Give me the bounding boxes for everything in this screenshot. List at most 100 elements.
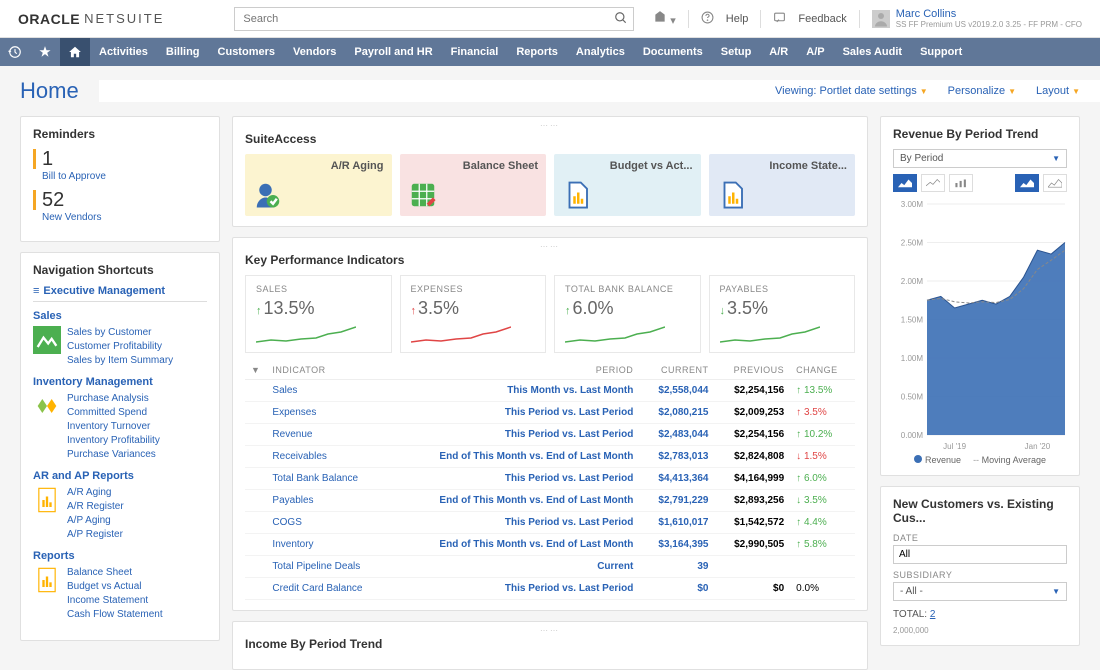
table-row[interactable]: ReceivablesEnd of This Month vs. End of … [245, 446, 855, 468]
feedback-link[interactable]: Feedback [798, 13, 846, 25]
shortcut-link[interactable]: Committed Spend [67, 406, 160, 420]
table-header[interactable]: PREVIOUS [714, 361, 790, 380]
viewing-selector[interactable]: Viewing: Portlet date settings▼ [775, 85, 928, 97]
star-icon[interactable] [30, 38, 60, 66]
personalize-link[interactable]: Personalize▼ [948, 85, 1016, 97]
table-header[interactable]: CURRENT [639, 361, 714, 380]
home-icon[interactable] [60, 38, 90, 66]
shortcut-link[interactable]: A/R Aging [67, 486, 124, 500]
shortcut-link[interactable]: Purchase Analysis [67, 392, 160, 406]
table-row[interactable]: ExpensesThis Period vs. Last Period$2,08… [245, 402, 855, 424]
feedback-icon[interactable] [773, 11, 786, 27]
outline-style-icon[interactable] [1043, 174, 1067, 192]
drag-handle-icon[interactable]: ⋯⋯ [245, 121, 855, 130]
top-actions: ▾ Help Feedback Marc Collins SS FF Premi… [653, 8, 1082, 29]
nav-a-p[interactable]: A/P [797, 38, 833, 66]
user-menu[interactable]: Marc Collins SS FF Premium US v2019.2.0 … [872, 8, 1082, 29]
kpi-card[interactable]: PAYABLES↓3.5% [709, 275, 856, 353]
shortcut-link[interactable]: Inventory Profitability [67, 434, 160, 448]
nav-support[interactable]: Support [911, 38, 971, 66]
nav-customers[interactable]: Customers [209, 38, 284, 66]
nav-setup[interactable]: Setup [712, 38, 761, 66]
suiteaccess-tile[interactable]: Income State... [709, 154, 856, 216]
bar-chart-icon[interactable] [949, 174, 973, 192]
income-trend-title: Income By Period Trend [245, 637, 855, 651]
exec-management-link[interactable]: ≡ Executive Management [33, 285, 207, 302]
history-icon[interactable] [0, 38, 30, 66]
date-label: DATE [893, 533, 1067, 543]
shortcut-link[interactable]: Cash Flow Statement [67, 608, 163, 622]
table-row[interactable]: COGSThis Period vs. Last Period$1,610,01… [245, 512, 855, 534]
chart-tools [893, 174, 1067, 192]
reminder-link[interactable]: New Vendors [33, 212, 207, 223]
svg-text:2.50M: 2.50M [901, 239, 924, 248]
shortcut-group-icon [33, 486, 61, 514]
tile-icon [562, 180, 592, 210]
nav-activities[interactable]: Activities [90, 38, 157, 66]
suiteaccess-title: SuiteAccess [245, 132, 855, 146]
date-input[interactable] [893, 545, 1067, 564]
nav-payroll-and-hr[interactable]: Payroll and HR [345, 38, 441, 66]
shortcut-link[interactable]: Balance Sheet [67, 566, 163, 580]
shortcuts-title: Navigation Shortcuts [33, 263, 207, 277]
line-chart-icon[interactable] [921, 174, 945, 192]
table-header[interactable]: CHANGE [790, 361, 855, 380]
layout-link[interactable]: Layout▼ [1036, 85, 1080, 97]
subsidiary-select[interactable]: - All -▼ [893, 582, 1067, 601]
shortcut-link[interactable]: A/P Register [67, 528, 124, 542]
table-header[interactable]: INDICATOR [266, 361, 390, 380]
nav-sales-audit[interactable]: Sales Audit [834, 38, 912, 66]
nav-reports[interactable]: Reports [507, 38, 567, 66]
suiteaccess-tile[interactable]: A/R Aging [245, 154, 392, 216]
shortcut-group-head[interactable]: Inventory Management [33, 376, 207, 388]
nav-financial[interactable]: Financial [442, 38, 508, 66]
shortcut-link[interactable]: Inventory Turnover [67, 420, 160, 434]
area-chart-icon[interactable] [893, 174, 917, 192]
drag-handle-icon[interactable]: ⋯⋯ [245, 242, 855, 251]
shortcut-link[interactable]: A/R Register [67, 500, 124, 514]
view-controls: Viewing: Portlet date settings▼ Personal… [99, 80, 1100, 102]
nav-vendors[interactable]: Vendors [284, 38, 345, 66]
shortcut-link[interactable]: Customer Profitability [67, 340, 173, 354]
table-row[interactable]: Total Bank BalanceThis Period vs. Last P… [245, 468, 855, 490]
shortcut-group-head[interactable]: Reports [33, 550, 207, 562]
search-input[interactable] [234, 7, 634, 31]
table-row[interactable]: RevenueThis Period vs. Last Period$2,483… [245, 424, 855, 446]
kpi-card[interactable]: EXPENSES↑3.5% [400, 275, 547, 353]
shortcut-link[interactable]: Purchase Variances [67, 448, 160, 462]
reminder-link[interactable]: Bill to Approve [33, 171, 207, 182]
table-row[interactable]: Credit Card BalanceThis Period vs. Last … [245, 578, 855, 600]
table-row[interactable]: InventoryEnd of This Month vs. End of La… [245, 534, 855, 556]
kpi-card[interactable]: TOTAL BANK BALANCE↑6.0% [554, 275, 701, 353]
table-row[interactable]: PayablesEnd of This Month vs. End of Las… [245, 490, 855, 512]
shortcut-link[interactable]: Sales by Item Summary [67, 354, 173, 368]
shortcut-link[interactable]: Sales by Customer [67, 326, 173, 340]
shortcut-link[interactable]: A/P Aging [67, 514, 124, 528]
suiteaccess-tile[interactable]: Balance Sheet [400, 154, 547, 216]
kpi-card-value: ↓3.5% [720, 298, 845, 319]
shortcut-link[interactable]: Budget vs Actual [67, 580, 163, 594]
total-link[interactable]: 2 [930, 609, 936, 620]
nav-documents[interactable]: Documents [634, 38, 712, 66]
nav-billing[interactable]: Billing [157, 38, 209, 66]
shortcut-link[interactable]: Income Statement [67, 594, 163, 608]
shortcut-group-head[interactable]: Sales [33, 310, 207, 322]
reminder-count: 52 [33, 190, 207, 210]
shortcuts-panel: Navigation Shortcuts ≡ Executive Managem… [20, 252, 220, 641]
table-row[interactable]: Total Pipeline DealsCurrent39 [245, 556, 855, 578]
table-header[interactable]: PERIOD [390, 361, 639, 380]
suiteaccess-tile[interactable]: Budget vs Act... [554, 154, 701, 216]
nav-a-r[interactable]: A/R [760, 38, 797, 66]
chart-ytick: 2,000,000 [893, 626, 1067, 635]
table-row[interactable]: SalesThis Month vs. Last Month$2,558,044… [245, 380, 855, 402]
kpi-card[interactable]: SALES↑13.5% [245, 275, 392, 353]
help-icon[interactable] [701, 11, 714, 27]
period-selector[interactable]: By Period▼ [893, 149, 1067, 168]
shortcut-group-head[interactable]: AR and AP Reports [33, 470, 207, 482]
notifications-icon[interactable]: ▾ [653, 10, 676, 27]
help-link[interactable]: Help [726, 13, 749, 25]
nav-analytics[interactable]: Analytics [567, 38, 634, 66]
search-icon[interactable] [614, 11, 628, 30]
drag-handle-icon[interactable]: ⋯⋯ [245, 626, 855, 635]
solid-style-icon[interactable] [1015, 174, 1039, 192]
